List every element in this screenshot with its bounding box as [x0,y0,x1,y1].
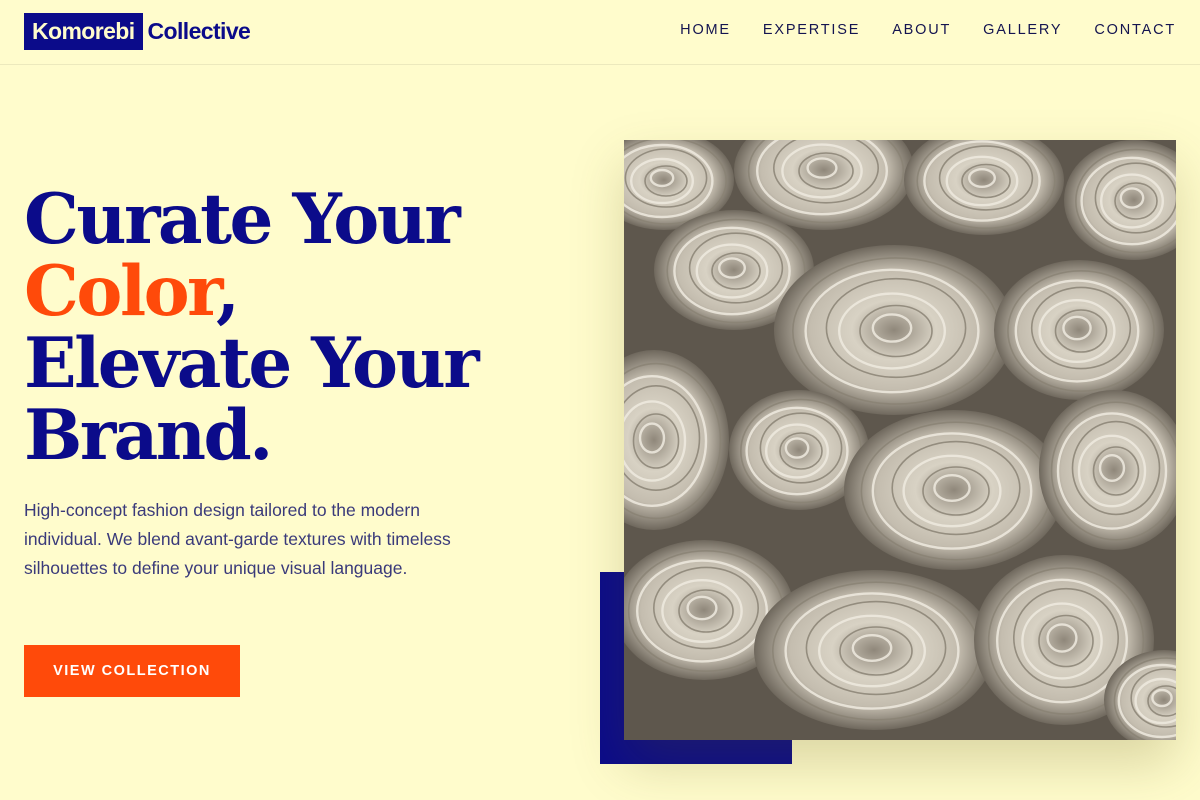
fabric-rolls-image [624,140,1176,740]
fabric-rolls-illustration [624,140,1176,740]
view-collection-button[interactable]: VIEW COLLECTION [24,645,240,697]
hero-description: High-concept fashion design tailored to … [24,500,451,578]
nav-gallery[interactable]: GALLERY [983,22,1062,38]
hero-title-accent-punct: , [216,251,240,332]
hero-title-line-3: Elevate Your [24,323,480,404]
logo-boxed-text: Komorebi [24,13,143,50]
nav-home[interactable]: HOME [680,22,731,38]
site-header: Komorebi Collective HOME EXPERTISE ABOUT… [0,0,1200,65]
hero-title-line-2: Color, [24,256,477,328]
hero-title-accent: Color [24,251,219,332]
hero-title-line-4: Brand. [24,395,273,476]
logo[interactable]: Komorebi Collective [24,13,251,50]
logo-text: Collective [147,18,251,44]
nav-contact[interactable]: CONTACT [1094,22,1176,38]
hero-title: Curate Your Color, Elevate Your Brand. [24,179,480,476]
hero-title-line-1: Curate Your [24,179,461,260]
nav-expertise[interactable]: EXPERTISE [763,22,860,38]
nav-about[interactable]: ABOUT [892,22,951,38]
main-nav: HOME EXPERTISE ABOUT GALLERY CONTACT [680,22,1176,38]
